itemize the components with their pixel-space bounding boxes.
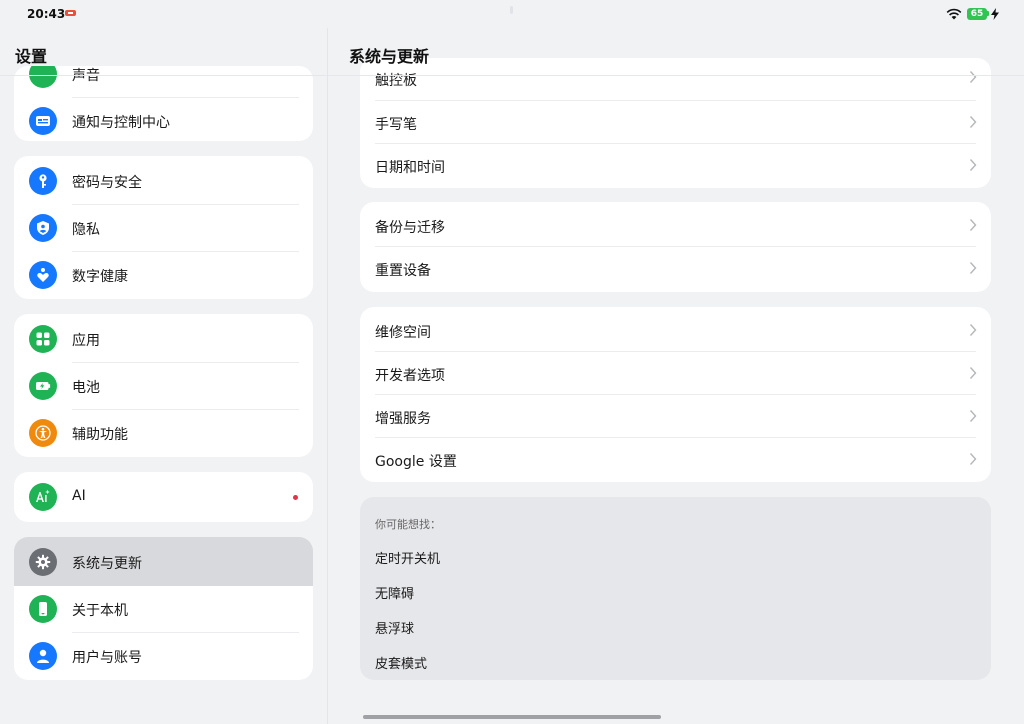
- accessibility-icon: [29, 419, 57, 447]
- setting-label: 重置设备: [375, 263, 431, 279]
- key-icon: [29, 167, 57, 195]
- suggestions-panel: 你可能想找： 定时开关机 无障碍 悬浮球 皮套模式: [360, 497, 991, 680]
- sidebar-item-label: 数字健康: [72, 269, 128, 285]
- page-title: 系统与更新: [349, 47, 430, 66]
- sidebar-item-battery[interactable]: 电池: [14, 363, 313, 410]
- sidebar-item-privacy[interactable]: 隐私: [14, 205, 313, 252]
- sidebar-item-digital-health[interactable]: 数字健康: [14, 252, 313, 299]
- battery-icon: [29, 372, 57, 400]
- settings-group-input: 触控板 手写笔 日期和时间: [360, 58, 991, 188]
- settings-sidebar: 声音 通知与控制中心 设置 密码与安全 隐私 数字健康 应用 电池 辅助功能 A…: [0, 28, 327, 724]
- sidebar-group-5: 系统与更新 关于本机 用户与账号: [14, 537, 313, 680]
- sidebar-item-label: 密码与安全: [72, 175, 142, 191]
- sidebar-item-system-update[interactable]: 系统与更新: [14, 537, 313, 586]
- home-indicator[interactable]: [363, 715, 661, 719]
- sidebar-item-about-device[interactable]: 关于本机: [14, 586, 313, 633]
- new-badge-dot: [293, 495, 298, 500]
- setting-date-time[interactable]: 日期和时间: [360, 144, 991, 187]
- app-notification-icon: [65, 10, 76, 16]
- setting-developer-options[interactable]: 开发者选项: [360, 352, 991, 395]
- setting-reset-device[interactable]: 重置设备: [360, 247, 991, 290]
- sidebar-item-ai[interactable]: AI: [14, 474, 313, 521]
- digital-health-icon: [29, 261, 57, 289]
- camera-dot: [510, 6, 513, 14]
- battery-level: 65: [967, 8, 987, 20]
- sidebar-item-label: 系统与更新: [72, 556, 142, 572]
- sidebar-item-accessibility[interactable]: 辅助功能: [14, 410, 313, 457]
- apps-grid-icon: [29, 325, 57, 353]
- privacy-shield-icon: [29, 214, 57, 242]
- user-icon: [29, 642, 57, 670]
- setting-label: 维修空间: [375, 325, 431, 341]
- detail-pane: 触控板 手写笔 日期和时间 系统与更新 备份与迁移 重置设备 维修空间 开发者选…: [328, 28, 1024, 724]
- setting-label: 日期和时间: [375, 160, 445, 176]
- chevron-right-icon: [969, 262, 977, 274]
- chevron-right-icon: [969, 324, 977, 336]
- suggestions-title: 你可能想找：: [375, 518, 441, 531]
- sidebar-item-label: 隐私: [72, 222, 100, 238]
- phone-icon: [29, 595, 57, 623]
- suggestion-scheduled-power[interactable]: 定时开关机: [375, 548, 440, 567]
- sidebar-item-label: AI: [72, 488, 86, 504]
- battery-tip: [987, 11, 989, 16]
- setting-google[interactable]: Google 设置: [360, 438, 991, 481]
- sidebar-item-sound[interactable]: 声音: [14, 66, 313, 98]
- notification-icon: [29, 107, 57, 135]
- sidebar-item-label: 关于本机: [72, 603, 128, 619]
- setting-label: 开发者选项: [375, 368, 445, 384]
- chevron-right-icon: [969, 71, 977, 83]
- sidebar-group-4: AI: [14, 472, 313, 522]
- charging-icon: [991, 8, 999, 20]
- settings-group-advanced: 维修空间 开发者选项 增强服务 Google 设置: [360, 307, 991, 482]
- sidebar-title: 设置: [15, 47, 48, 66]
- sidebar-item-label: 应用: [72, 333, 100, 349]
- sidebar-group-1: 声音 通知与控制中心: [14, 66, 313, 141]
- setting-stylus[interactable]: 手写笔: [360, 101, 991, 144]
- sidebar-item-notifications[interactable]: 通知与控制中心: [14, 98, 313, 141]
- setting-backup-migrate[interactable]: 备份与迁移: [360, 204, 991, 247]
- status-bar: 20:43 65: [0, 0, 1024, 28]
- sound-icon: [29, 66, 57, 88]
- setting-label: 触控板: [375, 73, 417, 89]
- sidebar-item-apps[interactable]: 应用: [14, 316, 313, 363]
- chevron-right-icon: [969, 159, 977, 171]
- setting-enhanced-services[interactable]: 增强服务: [360, 395, 991, 438]
- setting-label: 增强服务: [375, 411, 431, 427]
- setting-label: 手写笔: [375, 117, 417, 133]
- sidebar-item-password-security[interactable]: 密码与安全: [14, 158, 313, 205]
- sidebar-item-label: 用户与账号: [72, 650, 142, 666]
- sidebar-group-3: 应用 电池 辅助功能: [14, 314, 313, 457]
- chevron-right-icon: [969, 453, 977, 465]
- chevron-right-icon: [969, 367, 977, 379]
- ai-sparkle-icon: [29, 483, 57, 511]
- chevron-right-icon: [969, 116, 977, 128]
- setting-label: 备份与迁移: [375, 220, 445, 236]
- sidebar-item-label: 辅助功能: [72, 427, 128, 443]
- setting-touchpad[interactable]: 触控板: [360, 58, 991, 101]
- sidebar-item-users-accounts[interactable]: 用户与账号: [14, 633, 313, 680]
- status-time: 20:43: [27, 7, 66, 21]
- chevron-right-icon: [969, 219, 977, 231]
- setting-label: Google 设置: [375, 454, 457, 470]
- sidebar-item-label: 电池: [72, 380, 100, 396]
- suggestion-floating-ball[interactable]: 悬浮球: [375, 618, 414, 637]
- wifi-icon: [946, 8, 962, 20]
- chevron-right-icon: [969, 410, 977, 422]
- sidebar-group-2: 密码与安全 隐私 数字健康: [14, 156, 313, 299]
- suggestion-accessibility[interactable]: 无障碍: [375, 583, 414, 602]
- sidebar-item-label: 通知与控制中心: [72, 115, 170, 131]
- setting-repair-space[interactable]: 维修空间: [360, 309, 991, 352]
- settings-group-backup: 备份与迁移 重置设备: [360, 202, 991, 292]
- suggestion-cover-mode[interactable]: 皮套模式: [375, 653, 427, 672]
- gear-icon: [29, 548, 57, 576]
